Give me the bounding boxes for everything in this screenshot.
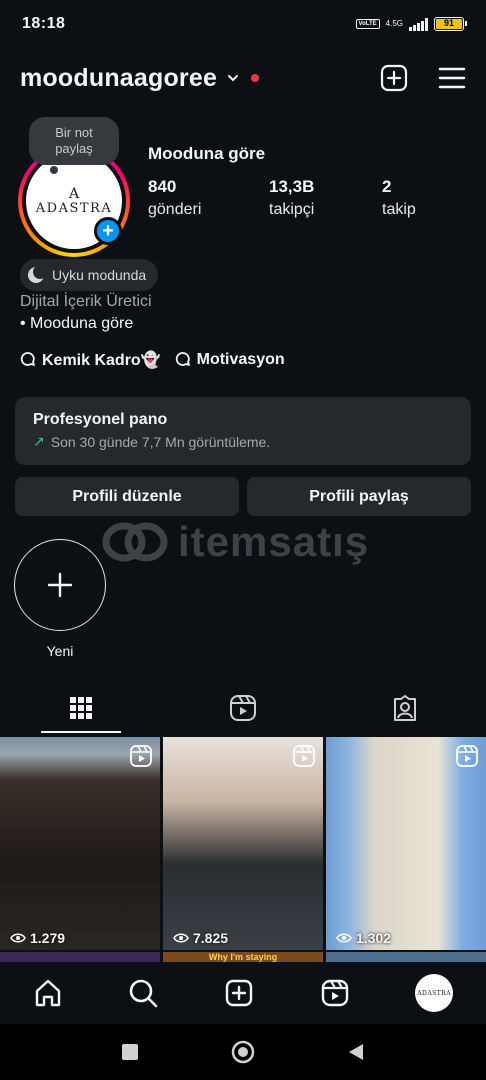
- reel-badge-icon: [293, 745, 315, 767]
- username[interactable]: moodunaagoree: [20, 64, 217, 93]
- watermark-text: itemsatış: [178, 518, 370, 565]
- stat-value: 840: [148, 177, 177, 196]
- stat-value: 2: [382, 177, 392, 196]
- channel-icon: [175, 352, 190, 366]
- create-post-icon[interactable]: [380, 64, 408, 92]
- watermark-logo-icon: [102, 522, 168, 562]
- stat-posts[interactable]: 840 gönderi: [148, 177, 269, 219]
- tab-tagged[interactable]: [324, 680, 486, 736]
- view-count: 1.279: [30, 930, 66, 946]
- channel-link[interactable]: Kemik Kadro👻: [20, 350, 161, 370]
- channel-icon: [20, 352, 35, 366]
- grid-icon: [70, 697, 92, 719]
- channel-label: Motivasyon: [196, 351, 285, 368]
- broadcast-channels: Kemik Kadro👻 Motivasyon: [20, 350, 285, 370]
- post-thumbnail[interactable]: 1.302: [326, 737, 486, 950]
- eye-icon: [336, 933, 352, 943]
- note-text: Bir not paylaş: [55, 125, 93, 156]
- moon-icon: [28, 265, 46, 283]
- battery-icon: 91: [434, 17, 467, 31]
- brand-letter: A: [68, 185, 80, 202]
- plus-icon: [47, 572, 73, 598]
- tab-reels[interactable]: [162, 680, 324, 736]
- post-thumbnail[interactable]: 1.279: [0, 737, 160, 950]
- profile-actions: Profili düzenle Profili paylaş: [15, 477, 471, 516]
- home-icon[interactable]: [33, 978, 63, 1008]
- stat-value: 13,3B: [269, 177, 315, 196]
- menu-icon[interactable]: [438, 66, 466, 90]
- search-icon[interactable]: [128, 978, 158, 1008]
- chevron-down-icon[interactable]: [227, 72, 239, 84]
- profile-bio: • Mooduna göre: [20, 315, 134, 332]
- profile-tabs: [0, 680, 486, 736]
- post-views: 7.825: [173, 930, 228, 946]
- reel-badge-icon: [456, 745, 478, 767]
- reel-badge-icon: [130, 745, 152, 767]
- bottom-nav: ADASTRA: [0, 962, 486, 1024]
- posts-grid: 1.279 7.825 1.302: [0, 737, 486, 950]
- status-bar: 18:18 VoLTE 4.5G 91: [0, 0, 486, 48]
- profile-category: Dijital İçerik Üretici: [20, 293, 152, 310]
- post-thumbnail-partial[interactable]: [326, 952, 486, 962]
- add-story-icon[interactable]: +: [94, 217, 122, 245]
- new-highlight[interactable]: Yeni: [14, 539, 106, 659]
- post-views: 1.302: [336, 930, 391, 946]
- edit-profile-button[interactable]: Profili düzenle: [15, 477, 239, 516]
- home-system-icon[interactable]: [230, 1039, 256, 1065]
- sleep-mode-status[interactable]: Uyku modunda: [20, 259, 159, 291]
- recents-icon[interactable]: [120, 1042, 140, 1062]
- note-bubble-tail: [50, 166, 58, 174]
- channel-label: Kemik Kadro👻: [42, 352, 161, 369]
- stat-following[interactable]: 2 takip: [382, 177, 416, 219]
- status-time: 18:18: [22, 15, 66, 32]
- watermark: itemsatış: [100, 518, 369, 566]
- stat-label: takipçi: [269, 201, 315, 218]
- channel-link[interactable]: Motivasyon: [175, 350, 285, 370]
- sleep-mode-label: Uyku modunda: [52, 267, 147, 283]
- stat-followers[interactable]: 13,3B takipçi: [269, 177, 382, 219]
- signal-icon: [409, 17, 428, 31]
- reels-nav-icon[interactable]: [320, 978, 350, 1008]
- notification-dot: [251, 74, 260, 82]
- volte-icon: VoLTE: [355, 19, 380, 29]
- dashboard-title: Profesyonel pano: [33, 411, 168, 428]
- eye-icon: [10, 933, 26, 943]
- status-indicators: VoLTE 4.5G 91: [355, 17, 467, 31]
- stat-label: takip: [382, 201, 416, 218]
- post-thumbnail-partial[interactable]: Why I'm staying: [163, 952, 323, 962]
- brand-name: ADASTRA: [35, 200, 113, 216]
- professional-dashboard[interactable]: Profesyonel pano ↗ Son 30 günde 7,7 Mn g…: [15, 397, 471, 465]
- system-nav-bar: [0, 1024, 486, 1080]
- note-bubble[interactable]: Bir not paylaş: [29, 117, 119, 165]
- share-profile-button[interactable]: Profili paylaş: [247, 477, 471, 516]
- back-icon[interactable]: [346, 1042, 366, 1062]
- profile-nav-avatar[interactable]: ADASTRA: [415, 974, 454, 1012]
- profile-header: moodunaagoree: [20, 58, 466, 98]
- create-icon[interactable]: [224, 978, 254, 1008]
- tagged-icon: [394, 695, 416, 721]
- reels-icon: [230, 695, 256, 721]
- eye-icon: [173, 933, 189, 943]
- network-type: 4.5G: [385, 19, 403, 28]
- post-thumbnail-partial[interactable]: [0, 952, 160, 962]
- battery-level: 91: [436, 19, 462, 29]
- view-count: 7.825: [193, 930, 229, 946]
- header-actions: [380, 64, 466, 92]
- profile-stats: 840 gönderi 13,3B takipçi 2 takip: [148, 177, 416, 219]
- new-highlight-circle[interactable]: [14, 539, 106, 631]
- dashboard-subtitle-text: Son 30 günde 7,7 Mn görüntüleme.: [50, 433, 271, 450]
- view-count: 1.302: [356, 930, 392, 946]
- tab-posts-grid[interactable]: [0, 680, 162, 736]
- dashboard-subtitle: ↗ Son 30 günde 7,7 Mn görüntüleme.: [33, 433, 453, 450]
- display-name: Mooduna göre: [148, 144, 266, 163]
- stat-label: gönderi: [148, 201, 202, 218]
- post-views: 1.279: [10, 930, 65, 946]
- new-highlight-label: Yeni: [46, 643, 74, 659]
- trend-up-icon: ↗: [33, 433, 45, 449]
- post-thumbnail[interactable]: 7.825: [163, 737, 323, 950]
- posts-grid-row-2: Why I'm staying: [0, 952, 486, 962]
